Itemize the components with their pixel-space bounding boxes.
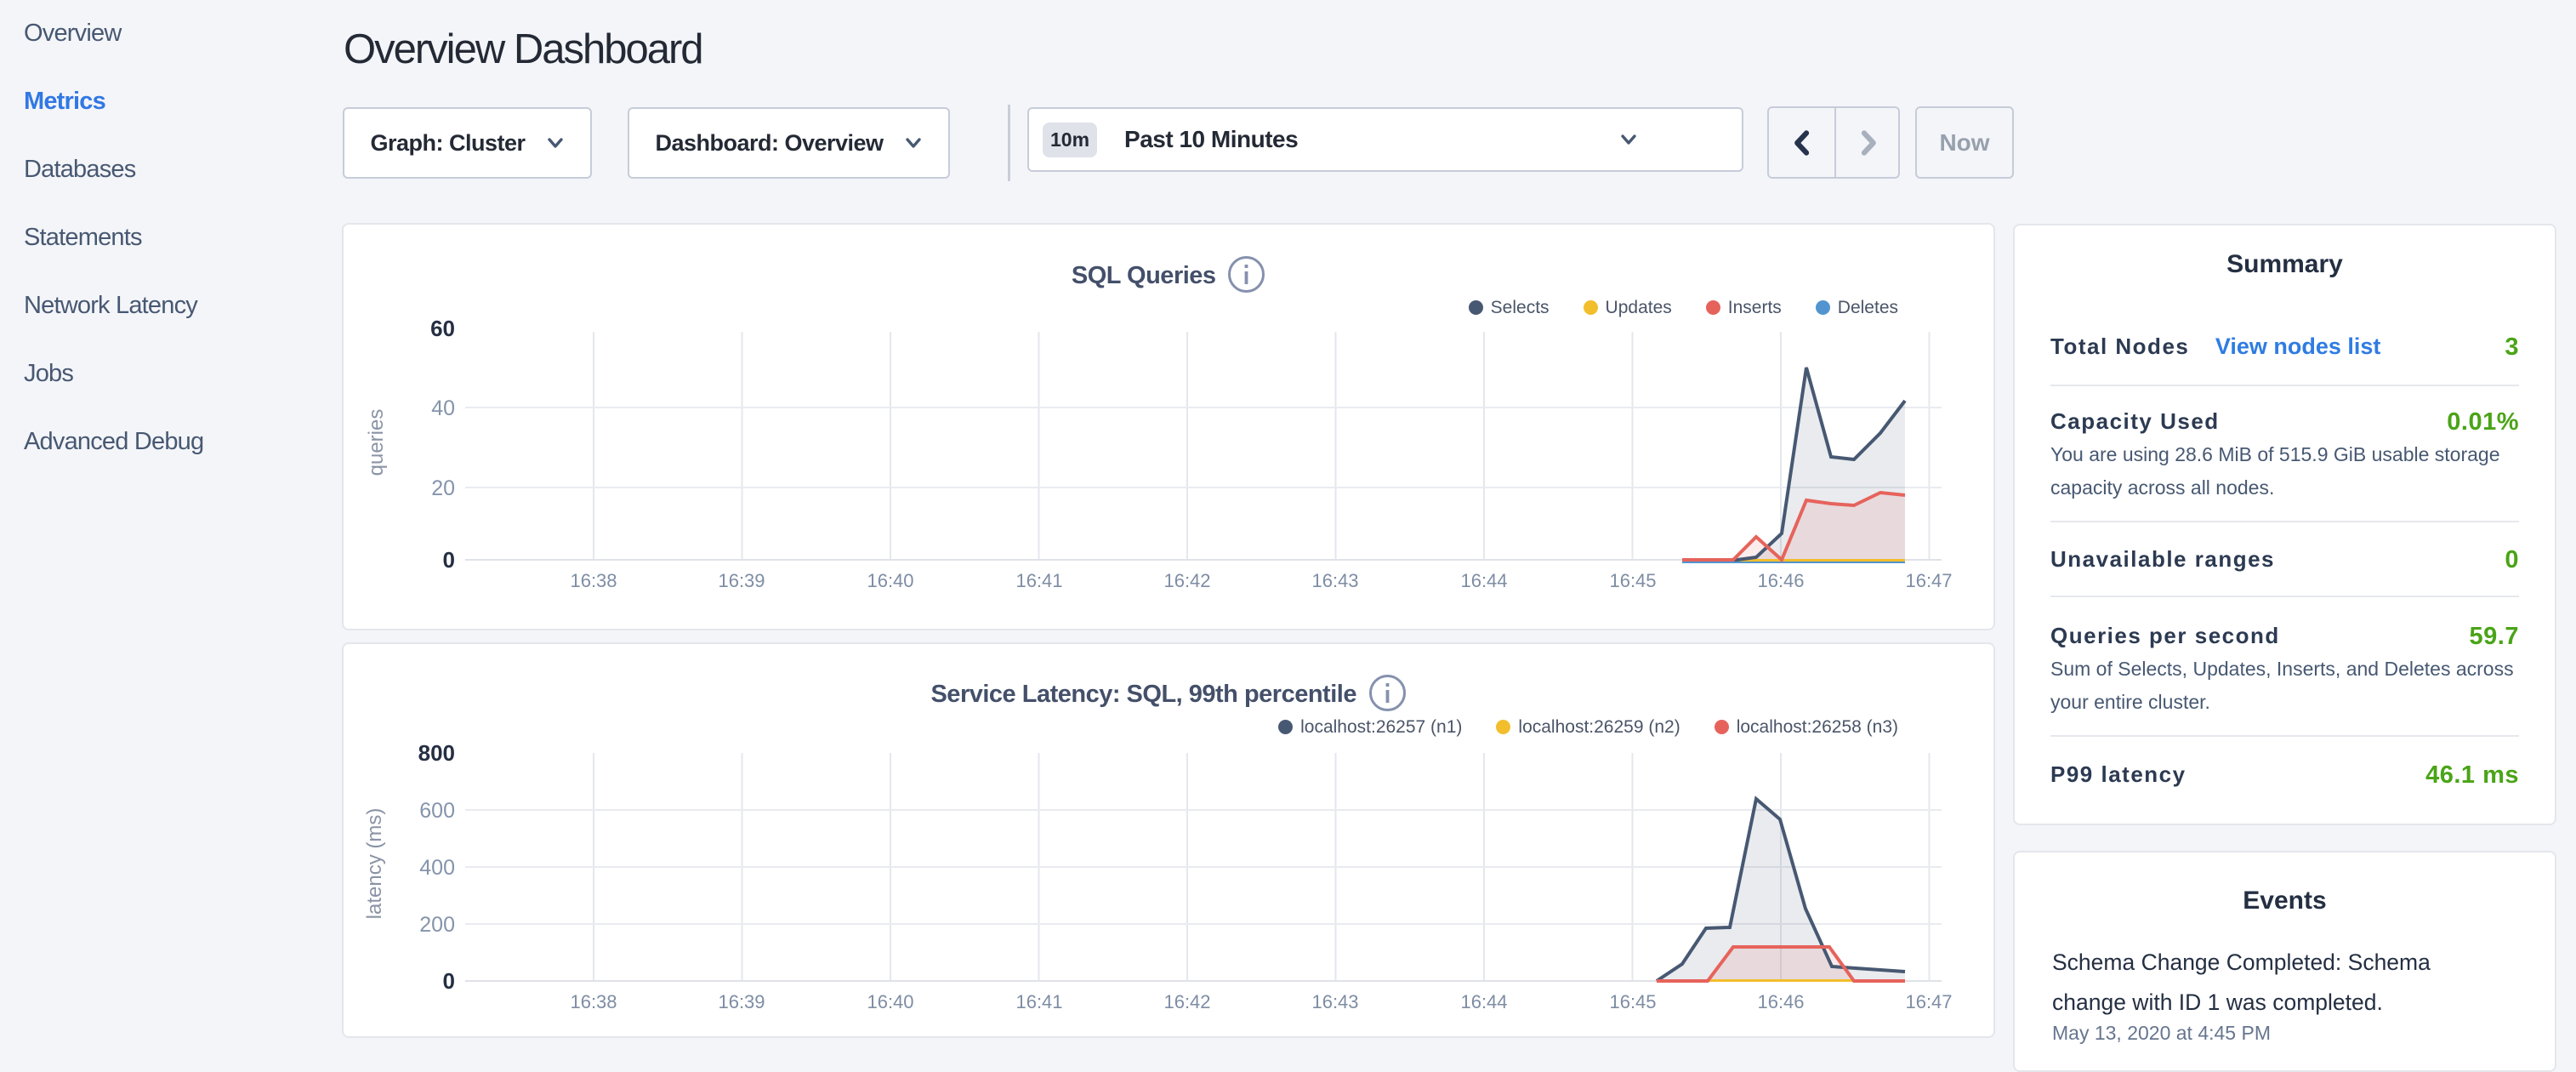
svg-text:16:43: 16:43 <box>1311 570 1358 591</box>
svg-text:16:42: 16:42 <box>1163 991 1210 1012</box>
svg-text:16:40: 16:40 <box>867 570 913 591</box>
svg-text:16:46: 16:46 <box>1757 570 1804 591</box>
svg-text:16:45: 16:45 <box>1609 991 1656 1012</box>
svg-text:16:42: 16:42 <box>1163 570 1210 591</box>
svg-text:queries: queries <box>365 409 388 476</box>
svg-text:20: 20 <box>431 476 455 500</box>
svg-text:16:40: 16:40 <box>867 991 913 1012</box>
svg-text:16:41: 16:41 <box>1015 570 1062 591</box>
svg-text:16:38: 16:38 <box>570 570 617 591</box>
svg-text:16:46: 16:46 <box>1757 991 1804 1012</box>
svg-text:200: 200 <box>419 913 455 937</box>
svg-text:16:39: 16:39 <box>718 991 765 1012</box>
svg-text:16:41: 16:41 <box>1015 991 1062 1012</box>
svg-text:800: 800 <box>418 740 455 766</box>
svg-text:60: 60 <box>430 316 455 341</box>
svg-text:16:43: 16:43 <box>1311 991 1358 1012</box>
svg-text:400: 400 <box>419 856 455 880</box>
svg-text:16:44: 16:44 <box>1460 570 1507 591</box>
svg-text:16:44: 16:44 <box>1460 991 1507 1012</box>
svg-text:16:39: 16:39 <box>718 570 765 591</box>
svg-text:40: 40 <box>431 396 455 420</box>
svg-text:16:47: 16:47 <box>1905 570 1952 591</box>
svg-text:16:47: 16:47 <box>1905 991 1952 1012</box>
svg-text:16:45: 16:45 <box>1609 570 1656 591</box>
svg-text:16:38: 16:38 <box>570 991 617 1012</box>
svg-text:latency (ms): latency (ms) <box>363 808 386 920</box>
svg-text:0: 0 <box>443 547 455 573</box>
svg-text:0: 0 <box>443 968 455 994</box>
svg-text:600: 600 <box>419 799 455 823</box>
